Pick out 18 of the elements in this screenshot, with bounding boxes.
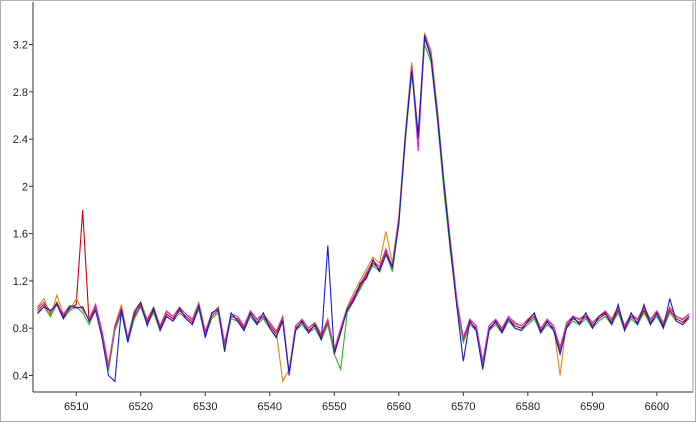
x-tick-label: 6580 — [516, 401, 540, 413]
x-tick-label: 6510 — [64, 401, 88, 413]
y-tick-label: 2.4 — [12, 134, 28, 146]
x-tick-label: 6570 — [451, 401, 476, 413]
x-tick-label: 6520 — [128, 401, 153, 413]
x-tick-label: 6600 — [644, 401, 670, 413]
y-tick-label: 2 — [22, 181, 28, 194]
y-tick-label: 1.6 — [12, 228, 28, 241]
x-tick-label: 6560 — [386, 401, 412, 413]
y-tick-label: 3.2 — [12, 40, 28, 52]
x-tick-label: 6550 — [322, 401, 347, 413]
y-tick-label: 1.2 — [12, 276, 28, 288]
y-tick-label: 2.8 — [12, 86, 28, 99]
x-tick-label: 6590 — [580, 401, 605, 413]
x-tick-label: 6530 — [193, 401, 218, 413]
y-tick-label: 0.8 — [12, 323, 28, 336]
x-tick-label: 6540 — [258, 401, 282, 413]
y-tick-label: 0.4 — [12, 370, 28, 382]
